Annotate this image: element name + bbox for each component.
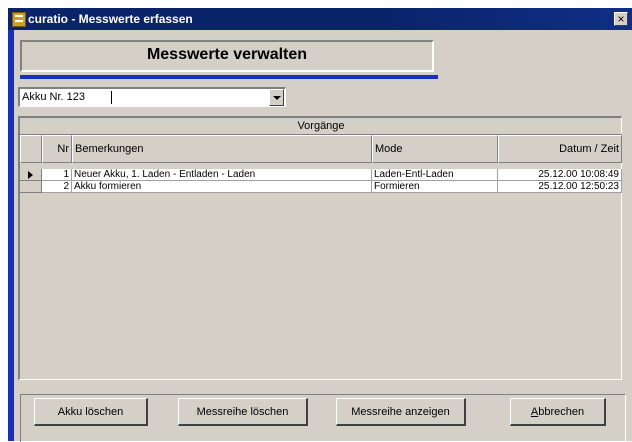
cell-nr[interactable]: 1 [42, 169, 72, 181]
form-header: Messwerte verwalten [20, 40, 434, 72]
column-header-datum[interactable]: Datum / Zeit [498, 135, 622, 163]
cell-datum[interactable]: 25.12.00 10:08:49 [498, 169, 622, 181]
title-bar: curatio - Messwerte erfassen [8, 8, 632, 30]
cell-mode[interactable]: Laden-Entl-Laden [372, 169, 498, 181]
column-header-bemerkungen[interactable]: Bemerkungen [72, 135, 372, 163]
table-row[interactable]: 2 Akku formieren Formieren 25.12.00 12:5… [20, 181, 622, 193]
abbrechen-label-rest: bbrechen [538, 405, 585, 418]
messreihe-loeschen-button[interactable]: Messreihe löschen [178, 398, 308, 426]
column-header-mode[interactable]: Mode [372, 135, 498, 163]
chevron-down-icon[interactable] [269, 89, 284, 106]
cell-bemerkungen[interactable]: Neuer Akku, 1. Laden - Entladen - Laden [72, 169, 372, 181]
column-header-nr[interactable]: Nr [42, 135, 72, 163]
akku-loeschen-button[interactable]: Akku löschen [34, 398, 148, 426]
akku-select-value: Akku Nr. 123 [22, 91, 85, 103]
header-underline [20, 75, 438, 79]
app-icon [12, 12, 26, 27]
row-selector[interactable] [20, 169, 42, 181]
left-accent-bar [8, 30, 14, 441]
cell-mode[interactable]: Formieren [372, 181, 498, 193]
vorgaenge-subform: Vorgänge Nr Bemerkungen Mode Datum / Zei… [18, 116, 622, 380]
text-caret [111, 91, 112, 104]
messreihe-anzeigen-button[interactable]: Messreihe anzeigen [336, 398, 466, 426]
akku-select[interactable]: Akku Nr. 123 [18, 87, 286, 107]
close-icon: × [617, 12, 625, 26]
current-record-icon [28, 171, 33, 179]
row-selector[interactable] [20, 181, 42, 193]
cell-bemerkungen[interactable]: Akku formieren [72, 181, 372, 193]
window-title: curatio - Messwerte erfassen [28, 12, 193, 26]
cell-nr[interactable]: 2 [42, 181, 72, 193]
subform-caption-row: Vorgänge [20, 118, 622, 135]
cell-datum[interactable]: 25.12.00 12:50:23 [498, 181, 622, 193]
subform-caption: Vorgänge [297, 120, 345, 132]
abbrechen-button[interactable]: Abbrechen [510, 398, 606, 426]
close-button[interactable]: × [614, 12, 628, 26]
row-selector-header [20, 135, 42, 163]
table-row[interactable]: 1 Neuer Akku, 1. Laden - Entladen - Lade… [20, 169, 622, 181]
